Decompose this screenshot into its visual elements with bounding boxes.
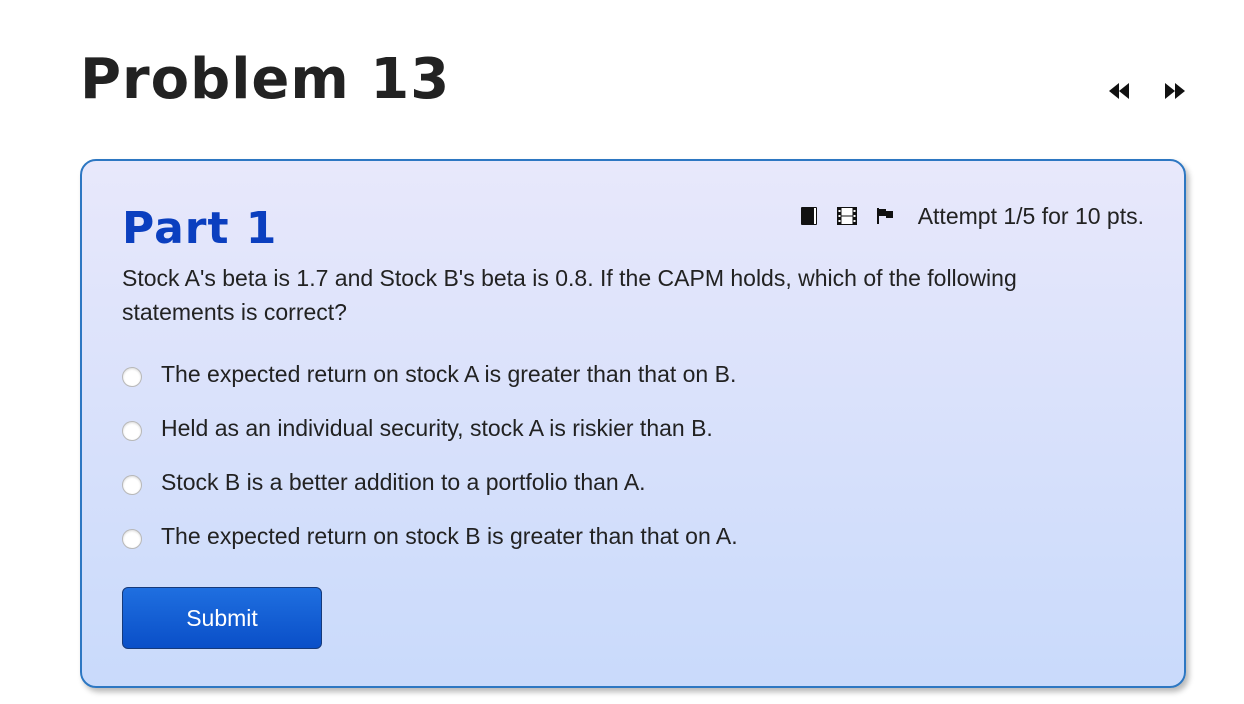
- fast-forward-icon: [1165, 83, 1185, 99]
- submit-button[interactable]: Submit: [122, 587, 322, 649]
- flag-icon: [876, 208, 893, 224]
- film-icon: [836, 207, 857, 225]
- question-card: Part 1 Attempt 1/5 for 10 pts. Stock A's…: [80, 159, 1186, 688]
- flag-button[interactable]: [874, 205, 896, 227]
- answer-option-label: The expected return on stock B is greate…: [161, 522, 738, 549]
- next-problem-button[interactable]: [1162, 80, 1188, 102]
- answer-option[interactable]: The expected return on stock A is greate…: [122, 347, 738, 401]
- video-button[interactable]: [836, 205, 858, 227]
- answer-option[interactable]: Stock B is a better addition to a portfo…: [122, 455, 738, 509]
- answer-options: The expected return on stock A is greate…: [122, 347, 738, 563]
- answer-radio[interactable]: [122, 367, 142, 387]
- answer-radio[interactable]: [122, 529, 142, 549]
- attempt-info: Attempt 1/5 for 10 pts.: [917, 202, 1144, 229]
- rewind-icon: [1109, 83, 1129, 99]
- answer-option-label: Held as an individual security, stock A …: [161, 414, 713, 441]
- previous-problem-button[interactable]: [1106, 80, 1132, 102]
- answer-option-label: Stock B is a better addition to a portfo…: [161, 468, 646, 495]
- part-toolbar: Attempt 1/5 for 10 pts.: [798, 201, 1144, 231]
- ebook-button[interactable]: [798, 205, 820, 227]
- answer-radio[interactable]: [122, 475, 142, 495]
- part-title: Part 1: [122, 203, 278, 254]
- book-icon: [800, 207, 817, 225]
- answer-option-label: The expected return on stock A is greate…: [161, 360, 737, 387]
- answer-option[interactable]: Held as an individual security, stock A …: [122, 401, 738, 455]
- answer-radio[interactable]: [122, 421, 142, 441]
- answer-option[interactable]: The expected return on stock B is greate…: [122, 509, 738, 563]
- question-text: Stock A's beta is 1.7 and Stock B's beta…: [122, 265, 1017, 325]
- problem-navigation: [1106, 80, 1188, 102]
- page-title: Problem 13: [80, 47, 451, 112]
